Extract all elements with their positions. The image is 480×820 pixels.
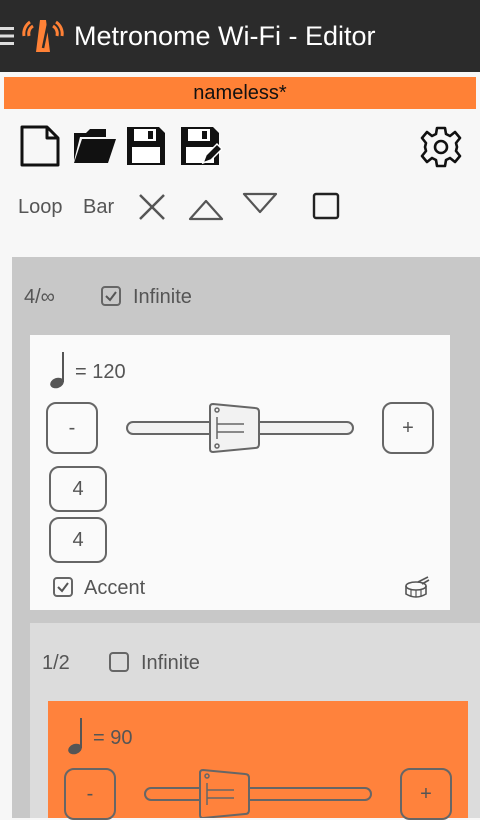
infinite-label: Infinite bbox=[133, 286, 192, 308]
save-icon[interactable] bbox=[125, 125, 167, 167]
tempo-slider[interactable] bbox=[142, 766, 374, 818]
tempo-minus-button[interactable]: - bbox=[46, 402, 98, 454]
infinite-checkbox[interactable] bbox=[109, 652, 129, 672]
save-as-icon[interactable] bbox=[179, 125, 223, 167]
quarter-note-icon bbox=[48, 350, 68, 390]
open-folder-icon[interactable] bbox=[72, 127, 116, 165]
tempo-minus-button[interactable]: - bbox=[64, 768, 116, 820]
tempo-plus-button[interactable]: + bbox=[400, 768, 452, 820]
move-down-triangle-icon[interactable] bbox=[242, 191, 278, 215]
new-file-icon[interactable] bbox=[20, 125, 60, 167]
menu-icon[interactable] bbox=[0, 26, 14, 46]
settings-gear-icon[interactable] bbox=[419, 125, 463, 169]
loop-button[interactable]: Loop bbox=[18, 195, 63, 219]
tempo-slider[interactable] bbox=[124, 400, 356, 456]
stop-square-icon[interactable] bbox=[312, 192, 340, 220]
delete-x-icon[interactable] bbox=[137, 192, 167, 222]
drum-icon[interactable] bbox=[404, 576, 430, 600]
bar-count-label: 4/∞ bbox=[24, 286, 55, 308]
tempo-value: = 90 bbox=[93, 727, 133, 749]
metronome-logo-icon bbox=[22, 20, 64, 52]
checkmark-icon bbox=[57, 582, 69, 593]
infinite-checkbox[interactable] bbox=[101, 286, 121, 306]
infinite-label: Infinite bbox=[141, 652, 200, 674]
note-value-field[interactable]: 4 bbox=[49, 517, 107, 563]
beats-per-bar-field[interactable]: 4 bbox=[49, 466, 107, 512]
checkmark-icon bbox=[105, 291, 117, 302]
tempo-value: = 120 bbox=[75, 361, 126, 383]
accent-label: Accent bbox=[84, 577, 146, 599]
file-name-bar[interactable]: nameless* bbox=[4, 77, 476, 109]
accent-checkbox[interactable] bbox=[53, 577, 73, 597]
move-up-triangle-icon[interactable] bbox=[188, 198, 224, 222]
app-bar: Metronome Wi-Fi - Editor bbox=[0, 0, 480, 72]
bar-button[interactable]: Bar bbox=[83, 195, 114, 219]
app-title: Metronome Wi-Fi - Editor bbox=[74, 21, 376, 51]
quarter-note-icon bbox=[66, 716, 86, 756]
tempo-plus-button[interactable]: + bbox=[382, 402, 434, 454]
bar-count-label: 1/2 bbox=[42, 652, 70, 674]
